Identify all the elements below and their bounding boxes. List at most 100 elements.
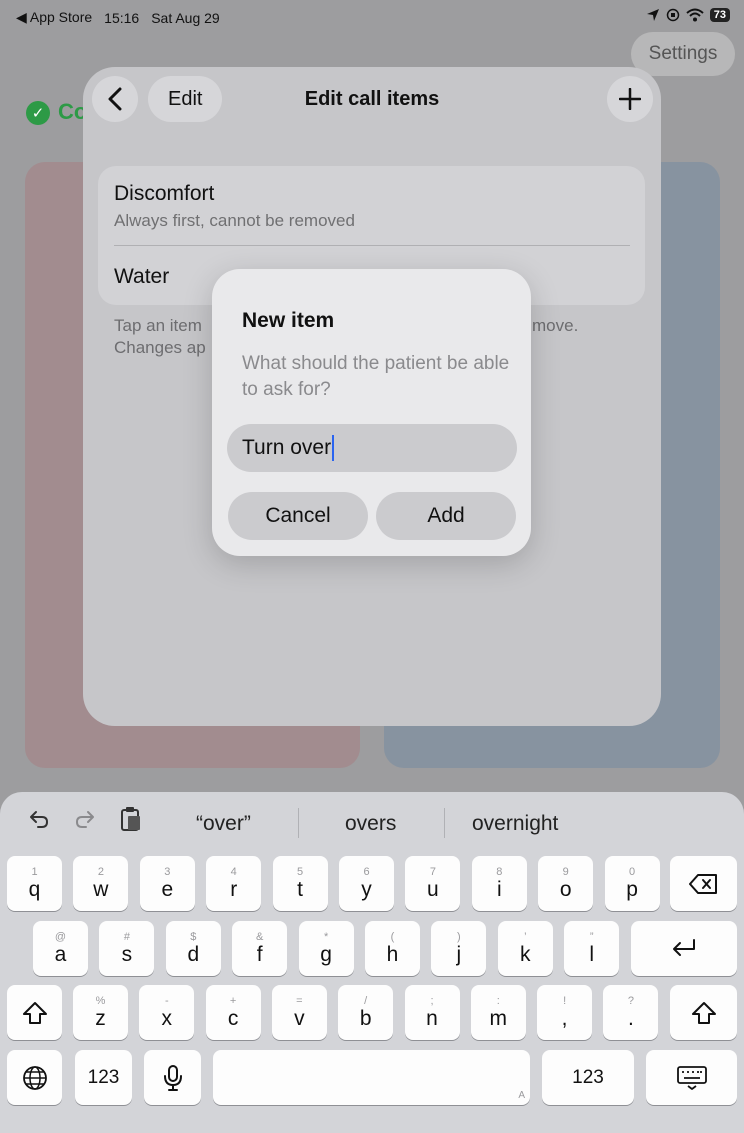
new-item-dialog: New item What should the patient be able… xyxy=(212,269,531,556)
numbers-key-right[interactable]: 123 xyxy=(542,1050,634,1105)
key-label: i xyxy=(496,877,502,901)
back-to-app-store[interactable]: ◀ App Store xyxy=(16,9,92,26)
keyboard-key[interactable]: ; n xyxy=(404,985,460,1040)
keyboard-key[interactable]: (h xyxy=(365,921,420,976)
keyboard-key[interactable]: 4r xyxy=(206,856,262,911)
list-item-title[interactable]: Discomfort xyxy=(114,182,214,206)
new-item-input[interactable]: Turn over xyxy=(227,424,517,472)
key-label: , xyxy=(561,1006,568,1030)
keyboard-key[interactable]: / b xyxy=(338,985,394,1040)
key-hint: ) xyxy=(457,930,461,943)
settings-button[interactable]: Settings xyxy=(631,32,735,76)
keyboard-key[interactable]: 6y xyxy=(339,856,394,911)
shift-key-left[interactable] xyxy=(7,985,62,1040)
key-hint: + xyxy=(229,994,237,1007)
redo-icon[interactable] xyxy=(74,808,96,830)
key-label: t xyxy=(297,877,304,901)
add-item-button[interactable] xyxy=(607,76,653,122)
key-label: u xyxy=(427,877,439,901)
key-label: a xyxy=(54,942,67,966)
keyboard-key[interactable]: 0p xyxy=(604,856,660,911)
key-label: g xyxy=(320,942,332,966)
key-hint: 8 xyxy=(496,865,503,878)
screen-lock-icon xyxy=(666,8,679,22)
keyboard-key[interactable]: 7u xyxy=(405,856,461,911)
key-hint: 5 xyxy=(297,865,304,878)
keyboard-key[interactable]: :m xyxy=(470,985,526,1040)
key-hint: 7 xyxy=(429,865,436,878)
key-label: e xyxy=(161,877,174,901)
suggestion-item[interactable]: overnight xyxy=(472,812,558,836)
suggestion-divider xyxy=(444,808,445,838)
key-hint: % xyxy=(95,994,106,1007)
status-bar: ◀ App Store 15:16 Sat Aug 29 73 xyxy=(0,0,744,34)
list-item-subtitle: Always first, cannot be removed xyxy=(114,211,355,230)
keyboard-key[interactable]: ’ k xyxy=(497,921,553,976)
keyboard: “over” overs overnight 1q2w3e4r5t6y7u8i9… xyxy=(0,792,744,1133)
keyboard-key[interactable]: -x xyxy=(139,985,195,1040)
key-hint: / xyxy=(364,994,368,1007)
keyboard-key[interactable]: !, xyxy=(537,985,593,1040)
keyboard-key[interactable]: # s xyxy=(99,921,155,976)
key-hint: * xyxy=(323,930,329,943)
wifi-icon xyxy=(686,8,704,22)
key-hint: ’ xyxy=(524,930,527,943)
keyboard-key[interactable]: 5t xyxy=(272,856,328,911)
list-item-title[interactable]: Water xyxy=(114,265,169,289)
shift-key-right[interactable] xyxy=(670,985,737,1040)
keyboard-key[interactable]: ?. xyxy=(603,985,659,1040)
dictation-key[interactable] xyxy=(144,1050,201,1105)
key-label: k xyxy=(520,942,531,966)
keyboard-key[interactable]: + c xyxy=(205,985,261,1040)
paste-icon[interactable] xyxy=(120,806,142,832)
key-label: . xyxy=(627,1006,634,1030)
key-label: c xyxy=(227,1006,239,1030)
key-label: n xyxy=(426,1006,438,1030)
keyboard-key[interactable]: ) j xyxy=(431,921,487,976)
keyboard-key[interactable]: $ d xyxy=(165,921,221,976)
keyboard-key[interactable]: 1q xyxy=(7,856,62,911)
key-hint: : xyxy=(496,994,500,1007)
undo-icon[interactable] xyxy=(28,808,50,830)
numbers-key-label: 123 xyxy=(87,1066,120,1088)
keyboard-key[interactable]: % z xyxy=(73,985,128,1040)
key-label: m xyxy=(489,1006,508,1030)
globe-key[interactable] xyxy=(7,1050,62,1105)
key-hint: 4 xyxy=(230,865,237,878)
suggestion-item[interactable]: “over” xyxy=(196,812,251,836)
keyboard-key[interactable]: 8i xyxy=(471,856,527,911)
space-key[interactable]: A xyxy=(213,1050,530,1105)
keyboard-key[interactable]: & f xyxy=(232,921,288,976)
return-key[interactable] xyxy=(631,921,737,976)
checkmark-icon: ✓ xyxy=(26,101,50,125)
keyboard-key[interactable]: 3e xyxy=(139,856,195,911)
keyboard-key[interactable]: @ a xyxy=(33,921,88,976)
keyboard-key[interactable]: = v xyxy=(271,985,327,1040)
keyboard-key[interactable]: 2w xyxy=(73,856,129,911)
key-label: q xyxy=(28,877,41,901)
globe-icon xyxy=(22,1065,47,1090)
keyboard-key[interactable]: 9o xyxy=(538,856,594,911)
key-label: v xyxy=(294,1006,305,1030)
key-hint: 0 xyxy=(629,865,636,878)
battery-level: 73 xyxy=(709,8,730,22)
suggestion-item[interactable]: overs xyxy=(345,812,396,836)
space-key-hint: A xyxy=(518,1090,525,1101)
dismiss-keyboard-key[interactable] xyxy=(646,1050,737,1105)
keyboard-key[interactable]: ” l xyxy=(564,921,620,976)
delete-key[interactable] xyxy=(670,856,737,911)
add-button[interactable]: Add xyxy=(376,492,516,540)
key-label: w xyxy=(93,877,109,901)
footnote-fragment: Tap an item xyxy=(114,316,202,335)
keyboard-dismiss-icon xyxy=(676,1065,707,1090)
keyboard-key[interactable]: * g xyxy=(298,921,354,976)
key-hint: 1 xyxy=(31,865,38,878)
cancel-button[interactable]: Cancel xyxy=(228,492,368,540)
numbers-key-left[interactable]: 123 xyxy=(75,1050,132,1105)
key-hint: ; xyxy=(430,994,434,1007)
key-label: y xyxy=(361,877,372,901)
numbers-key-label: 123 xyxy=(572,1066,604,1088)
suggestion-divider xyxy=(298,808,299,838)
key-hint: ! xyxy=(563,994,567,1007)
key-hint: = xyxy=(296,994,303,1007)
